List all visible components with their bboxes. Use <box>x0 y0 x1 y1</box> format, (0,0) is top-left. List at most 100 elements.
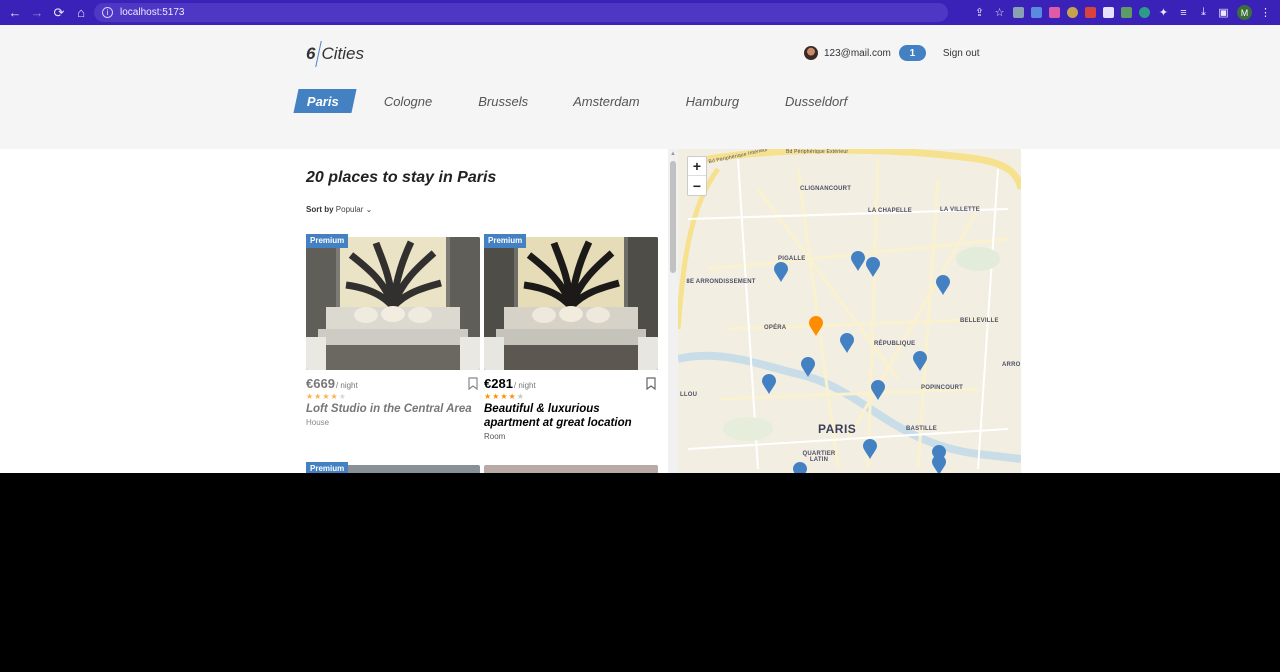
map-label: BELLEVILLE <box>960 318 999 324</box>
map-pin-icon[interactable] <box>774 262 788 283</box>
home-icon[interactable]: ⌂ <box>70 3 92 23</box>
tab-hamburg[interactable]: Hamburg <box>686 89 739 113</box>
map-pin-icon[interactable] <box>863 439 877 460</box>
reload-icon[interactable]: ⟳ <box>48 3 70 23</box>
offer-name[interactable]: Loft Studio in the Central Area <box>306 402 480 416</box>
map-pin-icon[interactable] <box>801 357 815 378</box>
share-icon[interactable]: ⇪ <box>973 6 986 19</box>
map-label: CLIGNANCOURT <box>800 186 852 192</box>
map-pin-icon[interactable] <box>762 374 776 395</box>
offer-image[interactable] <box>484 465 658 473</box>
offer-image[interactable] <box>484 237 658 370</box>
map-pin-icon[interactable] <box>913 351 927 372</box>
map-city-label: PARIS <box>818 422 857 436</box>
rating-stars: ★★★★★ <box>306 392 347 401</box>
active-map-pin-icon[interactable] <box>809 316 823 337</box>
offer-card[interactable]: Premium €281 / night ★★★★★ Beautiful & l… <box>484 234 658 441</box>
map-label: BASTILLE <box>906 426 937 432</box>
tab-brussels[interactable]: Brussels <box>478 89 528 113</box>
tab-dusseldorf[interactable]: Dusseldorf <box>785 89 847 113</box>
chevron-down-icon: ⌄ <box>365 205 373 214</box>
extension-icon[interactable] <box>1085 7 1096 18</box>
offer-card[interactable]: Premium €669 / night ★★★★★ Loft Studio i… <box>306 234 480 427</box>
scrollbar-thumb[interactable] <box>670 161 676 273</box>
logo[interactable]: 6 Cities <box>306 41 364 67</box>
map-label: POPINCOURT <box>921 385 964 391</box>
map-label: ARRO <box>1002 362 1021 368</box>
back-icon[interactable]: ← <box>4 3 26 23</box>
map[interactable]: + − Bd Périphérique Extérieur Bd Périphé… <box>678 149 1021 473</box>
map-pin-icon[interactable] <box>851 251 865 272</box>
user-nav: 123@mail.com 1 Sign out <box>804 45 980 61</box>
extension-icon[interactable] <box>1013 7 1024 18</box>
places-count-title: 20 places to stay in Paris <box>306 169 497 186</box>
map-label: LA CHAPELLE <box>868 208 912 214</box>
user-email[interactable]: 123@mail.com <box>824 48 891 59</box>
offer-name[interactable]: Beautiful & luxurious apartment at great… <box>484 402 658 430</box>
zoom-out-button[interactable]: − <box>688 176 706 195</box>
premium-badge: Premium <box>306 462 349 473</box>
site-header: 6 Cities 123@mail.com 1 Sign out Paris C… <box>0 25 1280 149</box>
offers-list-section: 20 places to stay in Paris Sort by Popul… <box>296 149 668 473</box>
map-pin-icon[interactable] <box>871 380 885 401</box>
forward-icon[interactable]: → <box>26 3 48 23</box>
reading-list-icon[interactable]: ≡ <box>1177 7 1190 19</box>
logo-number: 6 <box>306 44 316 63</box>
extension-icon[interactable] <box>1067 7 1078 18</box>
download-icon[interactable]: ⤓ <box>1197 6 1210 19</box>
favorites-count-badge[interactable]: 1 <box>898 45 926 61</box>
sidepanel-icon[interactable]: ▣ <box>1217 6 1230 19</box>
extension-icon[interactable] <box>1103 7 1114 18</box>
info-icon[interactable]: i <box>102 7 113 18</box>
extension-icon[interactable] <box>1139 7 1150 18</box>
sort-form: Sort by Popular ⌄ <box>306 205 372 214</box>
profile-avatar[interactable]: M <box>1237 5 1252 20</box>
offer-card[interactable]: Premium <box>306 462 480 473</box>
map-pin-icon[interactable] <box>840 333 854 354</box>
city-tabs: Paris Cologne Brussels Amsterdam Hamburg… <box>293 89 847 113</box>
zoom-control: + − <box>687 156 707 196</box>
map-pin-icon[interactable] <box>936 275 950 296</box>
map-pin-icon[interactable] <box>866 257 880 278</box>
premium-badge: Premium <box>484 234 527 248</box>
tab-cologne[interactable]: Cologne <box>384 89 432 113</box>
sign-out-link[interactable]: Sign out <box>943 48 980 59</box>
map-label: 8E ARRONDISSEMENT <box>686 279 756 285</box>
browser-toolbar: ← → ⟳ ⌂ i localhost:5173 ⇪ ☆ ✦ ≡ ⤓ ▣ M ⋮ <box>0 0 1280 25</box>
scroll-up-icon[interactable]: ▲ <box>670 151 676 157</box>
zoom-in-button[interactable]: + <box>688 157 706 176</box>
address-bar[interactable]: i localhost:5173 <box>94 3 948 22</box>
extension-icon[interactable] <box>1121 7 1132 18</box>
offer-card[interactable] <box>484 465 658 473</box>
offer-type: House <box>306 418 330 427</box>
price-value: €669 <box>306 376 335 391</box>
star-icon[interactable]: ☆ <box>993 6 1006 19</box>
extensions-icon[interactable]: ✦ <box>1157 6 1170 19</box>
map-label: LA VILLETTE <box>940 207 980 213</box>
browser-viewport: ← → ⟳ ⌂ i localhost:5173 ⇪ ☆ ✦ ≡ ⤓ ▣ M ⋮ <box>0 0 1280 473</box>
logo-text: Cities <box>321 44 364 63</box>
price-value: €281 <box>484 376 513 391</box>
price-row: €669 / night <box>306 376 480 391</box>
tab-amsterdam[interactable]: Amsterdam <box>573 89 639 113</box>
user-avatar[interactable] <box>804 46 818 60</box>
bookmark-icon[interactable] <box>646 377 656 390</box>
menu-icon[interactable]: ⋮ <box>1259 6 1272 19</box>
sort-select[interactable]: Popular ⌄ <box>336 205 373 214</box>
list-scrollbar[interactable]: ▲ <box>668 149 678 473</box>
extension-icon[interactable] <box>1031 7 1042 18</box>
bookmark-icon[interactable] <box>468 377 478 390</box>
extension-icon[interactable] <box>1049 7 1060 18</box>
map-label: OPÉRA <box>764 325 787 331</box>
browser-toolbar-right: ⇪ ☆ ✦ ≡ ⤓ ▣ M ⋮ <box>973 3 1272 22</box>
map-pin-icon[interactable] <box>932 455 946 473</box>
price-row: €281 / night <box>484 376 658 391</box>
map-label: Bd Périphérique Extérieur <box>786 149 849 155</box>
sort-label: Sort by <box>306 205 334 214</box>
offer-image[interactable] <box>306 237 480 370</box>
price-per-night: / night <box>513 381 536 390</box>
tab-paris[interactable]: Paris <box>293 89 357 113</box>
map-pin-icon[interactable] <box>793 462 807 473</box>
rating-stars: ★★★★★ <box>484 392 525 401</box>
map-label: LLOU <box>680 392 698 398</box>
